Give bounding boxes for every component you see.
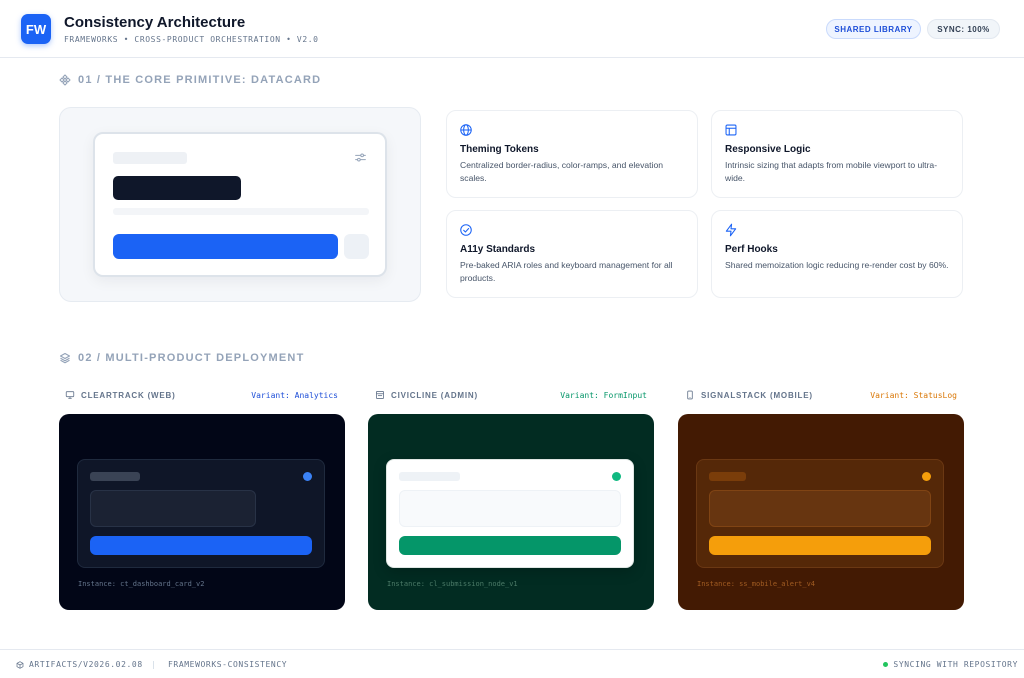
- feature-description: Centralized border-radius, color-ramps, …: [460, 160, 664, 183]
- sync-status-text: SYNCING WITH REPOSITORY: [893, 660, 1018, 669]
- datacard-preview-frame: [59, 107, 421, 302]
- section-deployment-heading: 02 / MULTI-PRODUCT DEPLOYMENT: [59, 352, 305, 364]
- instance-title-placeholder: [709, 472, 746, 481]
- feature-card-a11y[interactable]: A11y Standards Pre-baked ARIA roles and …: [446, 210, 698, 298]
- globe-icon: [460, 124, 472, 136]
- datacard-instance[interactable]: [696, 459, 944, 568]
- datacard-meta-placeholder: [113, 208, 369, 215]
- page-subtitle: FRAMEWORKS • CROSS-PRODUCT ORCHESTRATION…: [64, 35, 319, 44]
- status-dot: [612, 472, 621, 481]
- layers-icon: [59, 352, 71, 364]
- product-label-civicline: CIVICLINE (ADMIN): [375, 390, 478, 400]
- instance-action-button[interactable]: [90, 536, 312, 555]
- instance-value-placeholder: [90, 490, 256, 527]
- variant-tag-forminput: Variant: FormInput: [560, 391, 647, 400]
- product-name: SIGNALSTACK (MOBILE): [701, 390, 813, 400]
- mobile-icon: [687, 390, 693, 400]
- fw-logo[interactable]: FW: [21, 14, 51, 44]
- datacard-value-placeholder: [113, 176, 241, 200]
- feature-description: Intrinsic sizing that adapts from mobile…: [725, 160, 938, 183]
- instance-id: Instance: ss_mobile_alert_v4: [697, 580, 816, 588]
- product-label-signalstack: SIGNALSTACK (MOBILE): [685, 390, 813, 400]
- feature-description: Pre-baked ARIA roles and keyboard manage…: [460, 260, 673, 283]
- feature-card-perf[interactable]: Perf Hooks Shared memoization logic redu…: [711, 210, 963, 298]
- instance-id: Instance: cl_submission_node_v1: [387, 580, 518, 588]
- page-title: Consistency Architecture: [64, 14, 246, 31]
- instance-id: Instance: ct_dashboard_card_v2: [78, 580, 205, 588]
- feature-description: Shared memoization logic reducing re-ren…: [725, 260, 949, 270]
- instance-title-placeholder: [399, 472, 460, 481]
- feature-card-responsive[interactable]: Responsive Logic Intrinsic sizing that a…: [711, 110, 963, 198]
- footer-divider: |: [151, 660, 157, 669]
- monitor-icon: [65, 391, 75, 399]
- sync-status-badge[interactable]: SYNC: 100%: [927, 19, 1000, 39]
- product-label-cleartrack: CLEARTRACK (WEB): [65, 390, 176, 400]
- section-deployment-label: 02 / MULTI-PRODUCT DEPLOYMENT: [78, 352, 305, 364]
- feature-title: Responsive Logic: [725, 144, 811, 155]
- feature-title: Perf Hooks: [725, 244, 778, 255]
- datacard-instance[interactable]: [386, 459, 634, 568]
- artifact-version: ARTIFACTS/V2026.02.08: [16, 660, 143, 669]
- component-icon: [59, 74, 71, 86]
- instance-action-button[interactable]: [399, 536, 621, 555]
- status-dot: [922, 472, 931, 481]
- section-core-primitive-heading: 01 / THE CORE PRIMITIVE: DATACARD: [59, 74, 321, 86]
- variant-tag-analytics: Variant: Analytics: [251, 391, 338, 400]
- layout-icon: [725, 124, 737, 136]
- sync-indicator: SYNCING WITH REPOSITORY: [883, 660, 1018, 669]
- deployment-card-cleartrack[interactable]: Instance: ct_dashboard_card_v2: [59, 414, 345, 610]
- repo-name[interactable]: FRAMEWORKS-CONSISTENCY: [168, 660, 287, 669]
- deployment-card-civicline[interactable]: Instance: cl_submission_node_v1: [368, 414, 654, 610]
- sync-status-dot: [883, 662, 889, 667]
- deployment-card-signalstack[interactable]: Instance: ss_mobile_alert_v4: [678, 414, 964, 610]
- datacard-title-placeholder: [113, 152, 187, 164]
- shared-library-badge[interactable]: SHARED LIBRARY: [826, 19, 921, 39]
- instance-action-button[interactable]: [709, 536, 931, 555]
- instance-value-placeholder: [399, 490, 621, 527]
- status-dot: [303, 472, 312, 481]
- feature-title: A11y Standards: [460, 244, 536, 255]
- product-name: CIVICLINE (ADMIN): [391, 390, 478, 400]
- variant-tag-statuslog: Variant: StatusLog: [870, 391, 957, 400]
- feature-card-theming[interactable]: Theming Tokens Centralized border-radius…: [446, 110, 698, 198]
- artifact-version-label: ARTIFACTS/V2026.02.08: [29, 660, 143, 669]
- lightning-icon: [725, 223, 737, 237]
- check-circle-icon: [460, 224, 472, 236]
- cube-icon: [16, 660, 24, 669]
- datacard-prototype[interactable]: [93, 132, 387, 277]
- datacard-instance[interactable]: [77, 459, 325, 568]
- sliders-icon[interactable]: [354, 151, 367, 164]
- app-footer: ARTIFACTS/V2026.02.08 | FRAMEWORKS-CONSI…: [0, 649, 1024, 678]
- app-header: FW Consistency Architecture FRAMEWORKS •…: [0, 0, 1024, 58]
- instance-title-placeholder: [90, 472, 140, 481]
- admin-panel-icon: [376, 391, 384, 399]
- product-name: CLEARTRACK (WEB): [81, 390, 176, 400]
- feature-title: Theming Tokens: [460, 144, 539, 155]
- section-core-primitive-label: 01 / THE CORE PRIMITIVE: DATACARD: [78, 74, 322, 86]
- instance-value-placeholder: [709, 490, 931, 527]
- datacard-primary-action[interactable]: [113, 234, 338, 259]
- datacard-secondary-action[interactable]: [344, 234, 369, 259]
